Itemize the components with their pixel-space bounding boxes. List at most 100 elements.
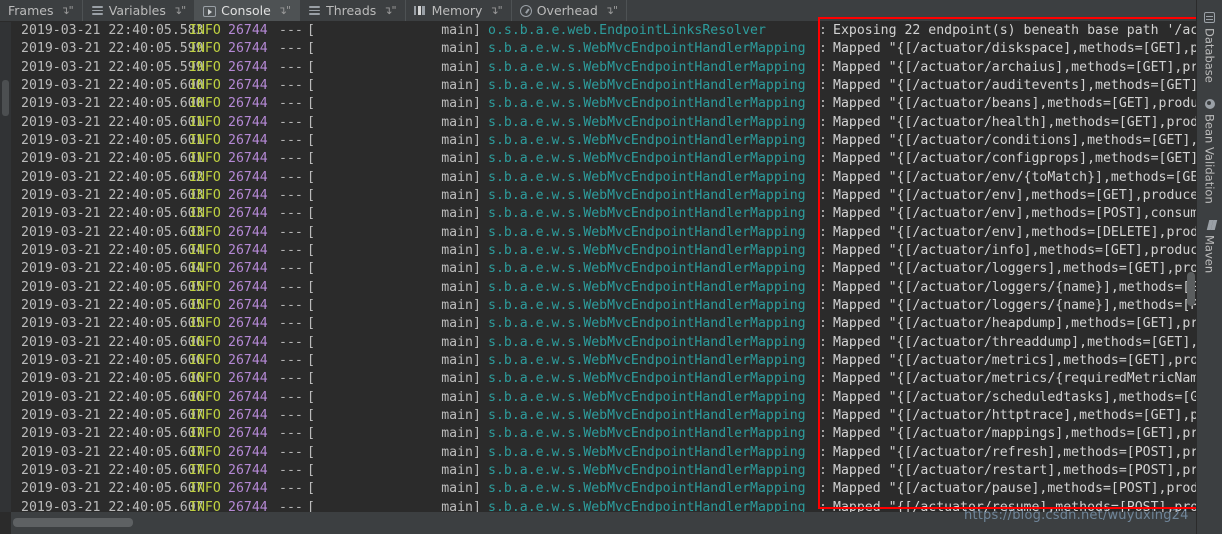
- log-separator: ---: [279, 352, 303, 368]
- console-line[interactable]: 2019-03-21 22:40:05.606 INFO 26744 ---[main…: [11, 334, 1196, 352]
- console-line[interactable]: 2019-03-21 22:40:05.604 INFO 26744 ---[main…: [11, 242, 1196, 260]
- log-separator: ---: [279, 389, 303, 405]
- log-separator: ---: [279, 41, 303, 57]
- log-thread-close-bracket: ]: [473, 297, 481, 313]
- console-line[interactable]: 2019-03-21 22:40:05.583 INFO 26744 --- [main…: [11, 22, 1196, 40]
- console-line[interactable]: 2019-03-21 22:40:05.601 INFO 26744 ---[main…: [11, 150, 1196, 168]
- console-line[interactable]: 2019-03-21 22:40:05.599 INFO 26744 ---[main…: [11, 40, 1196, 58]
- pin-icon[interactable]: ↴": [60, 4, 73, 17]
- log-thread: main: [441, 426, 473, 442]
- log-timestamp: 2019-03-21 22:40:05.604: [21, 261, 204, 277]
- log-separator: ---: [279, 77, 303, 93]
- tab-console[interactable]: Console ↴": [195, 0, 301, 21]
- right-tool-strip: Database Bean Validation Maven: [1196, 0, 1222, 534]
- log-colon: :: [819, 23, 827, 38]
- log-colon: :: [819, 407, 827, 423]
- log-thread-close-bracket: ]: [473, 316, 481, 332]
- log-message: Mapped "{[/actuator/resume],methods=[POS…: [833, 499, 1196, 512]
- console-line[interactable]: 2019-03-21 22:40:05.607 INFO 26744 ---[main…: [11, 407, 1196, 425]
- log-thread: main: [441, 334, 473, 350]
- right-tab-bean-validation[interactable]: Bean Validation: [1203, 93, 1217, 214]
- log-logger: s.b.a.e.w.s.WebMvcEndpointHandlerMapping: [488, 59, 806, 75]
- log-logger: s.b.a.e.w.s.WebMvcEndpointHandlerMapping: [488, 261, 806, 277]
- log-thread: main: [441, 169, 473, 185]
- log-timestamp: 2019-03-21 22:40:05.603: [21, 187, 204, 203]
- log-logger: s.b.a.e.w.s.WebMvcEndpointHandlerMapping: [488, 371, 806, 387]
- console-line[interactable]: 2019-03-21 22:40:05.607 INFO 26744 ---[main…: [11, 425, 1196, 443]
- log-colon: :: [819, 334, 827, 350]
- log-message: Exposing 22 endpoint(s) beneath base pat…: [833, 23, 1196, 38]
- log-thread-close-bracket: ]: [473, 96, 481, 112]
- console-line[interactable]: 2019-03-21 22:40:05.607 INFO 26744 ---[main…: [11, 499, 1196, 512]
- console-icon: [203, 6, 217, 17]
- log-timestamp: 2019-03-21 22:40:05.606: [21, 389, 204, 405]
- console-line[interactable]: 2019-03-21 22:40:05.607 INFO 26744 ---[main…: [11, 444, 1196, 462]
- tab-frames[interactable]: Frames ↴": [0, 0, 83, 21]
- vertical-scroll-thumb[interactable]: [1187, 272, 1195, 306]
- log-timestamp: 2019-03-21 22:40:05.607: [21, 426, 204, 442]
- console-line[interactable]: 2019-03-21 22:40:05.606 INFO 26744 ---[main…: [11, 370, 1196, 388]
- pin-icon[interactable]: ↴": [383, 4, 396, 17]
- log-pid: 26744: [228, 41, 268, 57]
- console-line[interactable]: 2019-03-21 22:40:05.600 INFO 26744 ---[main…: [11, 77, 1196, 95]
- log-separator: ---: [279, 114, 303, 130]
- console-line[interactable]: 2019-03-21 22:40:05.605 INFO 26744 ---[main…: [11, 297, 1196, 315]
- console-line[interactable]: 2019-03-21 22:40:05.602 INFO 26744 ---[main…: [11, 169, 1196, 187]
- log-thread-open-bracket: [: [307, 114, 315, 130]
- log-level: INFO: [189, 389, 221, 405]
- log-thread: main: [441, 389, 473, 405]
- console-line[interactable]: 2019-03-21 22:40:05.607 INFO 26744 ---[main…: [11, 480, 1196, 498]
- right-tab-database[interactable]: Database: [1203, 6, 1217, 93]
- log-level: INFO: [189, 132, 221, 148]
- pin-icon[interactable]: ↴": [173, 4, 186, 17]
- log-thread-close-bracket: ]: [473, 426, 481, 442]
- pin-icon[interactable]: ↴": [278, 4, 291, 17]
- pin-icon[interactable]: ↴": [489, 4, 502, 17]
- console-line[interactable]: 2019-03-21 22:40:05.600 INFO 26744 ---[main…: [11, 95, 1196, 113]
- gutter-scroll-thumb[interactable]: [2, 80, 9, 116]
- console-line[interactable]: 2019-03-21 22:40:05.607 INFO 26744 ---[main…: [11, 462, 1196, 480]
- console-line[interactable]: 2019-03-21 22:40:05.605 INFO 26744 ---[main…: [11, 315, 1196, 333]
- console-line[interactable]: 2019-03-21 22:40:05.601 INFO 26744 ---[main…: [11, 132, 1196, 150]
- console-line[interactable]: 2019-03-21 22:40:05.603 INFO 26744 ---[main…: [11, 187, 1196, 205]
- log-level: INFO: [189, 426, 221, 442]
- log-message: Mapped "{[/actuator/env],methods=[POST],…: [833, 206, 1196, 222]
- log-timestamp: 2019-03-21 22:40:05.602: [21, 169, 204, 185]
- console-line[interactable]: 2019-03-21 22:40:05.606 INFO 26744 ---[main…: [11, 352, 1196, 370]
- console-line[interactable]: 2019-03-21 22:40:05.605 INFO 26744 ---[main…: [11, 279, 1196, 297]
- console-output[interactable]: 2019-03-21 22:40:05.583 INFO 26744 ---[main…: [11, 22, 1196, 512]
- log-message: Mapped "{[/actuator/metrics/{requiredMet…: [833, 371, 1196, 387]
- tab-variables[interactable]: Variables ↴": [83, 0, 196, 21]
- log-thread-close-bracket: ]: [473, 151, 481, 167]
- tab-memory[interactable]: Memory ↴": [406, 0, 512, 21]
- log-timestamp: 2019-03-21 22:40:05.599: [21, 41, 204, 57]
- log-pid: 26744: [228, 224, 268, 240]
- console-line[interactable]: 2019-03-21 22:40:05.606 INFO 26744 ---[main…: [11, 389, 1196, 407]
- console-line[interactable]: 2019-03-21 22:40:05.604 INFO 26744 ---[main…: [11, 260, 1196, 278]
- log-level: INFO: [189, 114, 221, 130]
- log-level: INFO: [189, 41, 221, 57]
- log-level: INFO: [189, 462, 221, 478]
- console-line[interactable]: 2019-03-21 22:40:05.599 INFO 26744 ---[main…: [11, 59, 1196, 77]
- right-tab-maven[interactable]: Maven: [1203, 214, 1217, 283]
- tab-threads[interactable]: Threads ↴": [300, 0, 406, 21]
- console-line[interactable]: 2019-03-21 22:40:05.601 INFO 26744 ---[main…: [11, 114, 1196, 132]
- log-pid: 26744: [228, 151, 268, 167]
- log-thread: main: [441, 206, 473, 222]
- pin-icon[interactable]: ↴": [605, 4, 618, 17]
- horizontal-scroll-thumb[interactable]: [13, 518, 133, 527]
- console-vertical-scrollbar[interactable]: [1186, 22, 1196, 512]
- tab-overhead[interactable]: Overhead ↴": [512, 0, 628, 21]
- console-line[interactable]: 2019-03-21 22:40:05.603 INFO 26744 ---[main…: [11, 224, 1196, 242]
- log-colon: :: [819, 462, 827, 478]
- log-separator: ---: [279, 96, 303, 112]
- console-horizontal-scrollbar[interactable]: [11, 512, 1196, 534]
- log-separator: ---: [279, 334, 303, 350]
- console-line[interactable]: 2019-03-21 22:40:05.603 INFO 26744 ---[main…: [11, 205, 1196, 223]
- log-pid: 26744: [228, 407, 268, 423]
- log-thread-close-bracket: ]: [473, 261, 481, 277]
- log-timestamp: 2019-03-21 22:40:05.604: [21, 242, 204, 258]
- log-logger: s.b.a.e.w.s.WebMvcEndpointHandlerMapping: [488, 316, 806, 332]
- log-colon: :: [819, 132, 827, 148]
- log-level: INFO: [189, 96, 221, 112]
